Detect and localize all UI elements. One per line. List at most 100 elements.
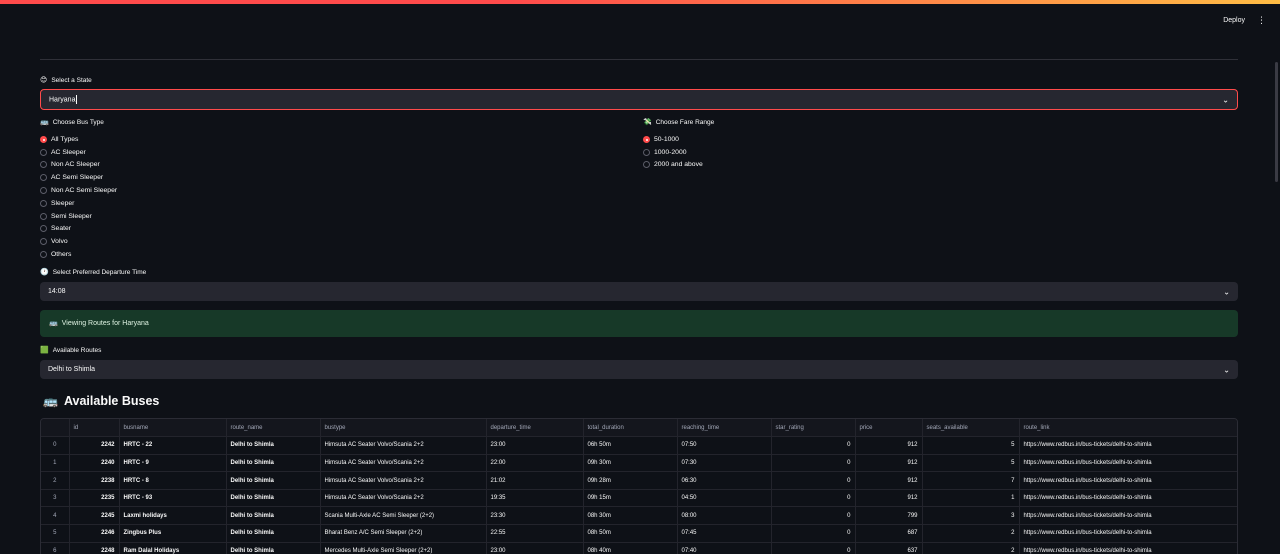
table-row[interactable]: 0 2242 HRTC - 22 Delhi to Shimla Himsuta AC …: [41, 436, 1237, 455]
table-cell: https://www.redbus.in/bus-tickets/delhi-…: [1019, 506, 1237, 526]
fare-option[interactable]: 50-1000: [643, 133, 703, 146]
table-cell: 09h 28m: [583, 471, 678, 490]
bus-type-option-label: Semi Sleeper: [51, 212, 92, 220]
table-cell: 0: [41, 436, 70, 455]
table-row[interactable]: 4 2245 Laxmi holidays Delhi to Shimla Scania…: [41, 506, 1237, 526]
table-row[interactable]: 1 2240 HRTC - 9 Delhi to Shimla Himsuta AC S…: [41, 454, 1237, 473]
table-cell: 2: [922, 542, 1020, 554]
available-routes-label-text: Available Routes: [52, 347, 102, 354]
table-cell: 22:55: [486, 524, 584, 543]
table-cell: HRTC - 8: [119, 471, 227, 490]
table-cell: HRTC - 93: [119, 489, 227, 508]
table-cell: Delhi to Shimla: [226, 489, 321, 508]
radio-icon: [40, 225, 47, 233]
table-cell: Delhi to Shimla: [226, 436, 321, 455]
bus-type-option[interactable]: AC Sleeper: [40, 146, 117, 159]
column-header[interactable]: bustype: [320, 419, 487, 438]
clock-icon: 🕐: [40, 269, 49, 276]
bus-type-option[interactable]: Non AC Semi Sleeper: [40, 184, 117, 197]
bus-type-option[interactable]: All Types: [40, 133, 117, 146]
radio-icon: [643, 135, 650, 143]
bus-type-label-text: Choose Bus Type: [52, 119, 104, 126]
column-header[interactable]: busname: [119, 419, 227, 438]
radio-icon: [40, 238, 47, 246]
column-header[interactable]: route_link: [1019, 419, 1237, 438]
divider: [40, 59, 1238, 60]
bus-type-option[interactable]: Others: [40, 248, 117, 261]
table-row[interactable]: 6 2248 Ram Dalal Holidays Delhi to Shimla Me…: [41, 542, 1237, 554]
table-cell: Himsuta AC Seater Volvo/Scania 2+2: [320, 436, 487, 455]
table-row[interactable]: 3 2235 HRTC - 93 Delhi to Shimla Himsuta AC …: [41, 489, 1237, 508]
bus-type-option[interactable]: AC Semi Sleeper: [40, 171, 117, 184]
table-cell: 912: [855, 436, 923, 455]
state-select[interactable]: Haryana ⌄: [40, 89, 1238, 110]
bus-type-option[interactable]: Sleeper: [40, 197, 117, 210]
fare-option[interactable]: 1000-2000: [643, 146, 703, 159]
table-cell: 0: [771, 524, 856, 543]
available-buses-title: Available Buses: [63, 394, 160, 408]
column-header[interactable]: star_rating: [771, 419, 856, 438]
bus-type-option-label: All Types: [51, 135, 79, 143]
fare-radio-group: 50-1000 1000-2000 2000 and above: [643, 133, 703, 171]
state-label: 😊 Select a State: [40, 77, 92, 84]
table-cell: 23:00: [486, 542, 584, 554]
column-header[interactable]: route_name: [226, 419, 321, 438]
table-cell: https://www.redbus.in/bus-tickets/delhi-…: [1019, 542, 1237, 554]
table-cell: 0: [771, 542, 856, 554]
radio-icon: [40, 161, 47, 169]
table-cell: Mercedes Multi-Axle Semi Sleeper (2+2): [320, 542, 487, 554]
table-cell: Laxmi holidays: [119, 506, 227, 526]
bus-type-option[interactable]: Volvo: [40, 235, 117, 248]
table-cell: 1: [41, 454, 70, 473]
table-cell: Bharat Benz A/C Semi Sleeper (2+2): [320, 524, 487, 543]
table-cell: 0: [771, 471, 856, 490]
departure-time-select[interactable]: 14:08 ⌄: [40, 282, 1238, 301]
scrollbar[interactable]: [1275, 62, 1278, 182]
radio-icon: [40, 212, 47, 220]
state-label-text: Select a State: [51, 77, 92, 84]
radio-icon: [40, 174, 47, 182]
column-header[interactable]: [41, 419, 70, 438]
bus-type-option-label: Seater: [51, 225, 72, 233]
table-cell: 19:35: [486, 489, 584, 508]
more-menu-icon[interactable]: ⋮: [1257, 15, 1266, 26]
buses-table[interactable]: id busname route_name bustype departure_time…: [40, 418, 1238, 554]
column-header[interactable]: total_duration: [583, 419, 678, 438]
table-cell: 799: [855, 506, 923, 526]
radio-icon: [40, 135, 47, 143]
table-cell: 07:30: [677, 454, 772, 473]
table-row[interactable]: 5 2246 Zingbus Plus Delhi to Shimla Bharat B…: [41, 524, 1237, 543]
departure-time-label-text: Select Preferred Departure Time: [52, 269, 147, 276]
deploy-button[interactable]: Deploy: [1223, 17, 1245, 24]
bus-type-option[interactable]: Semi Sleeper: [40, 210, 117, 223]
table-cell: 23:30: [486, 506, 584, 526]
table-cell: 2248: [69, 542, 120, 554]
table-row[interactable]: 2 2238 HRTC - 8 Delhi to Shimla Himsuta AC S…: [41, 471, 1237, 490]
table-cell: Scania Multi-Axle AC Semi Sleeper (2+2): [320, 506, 487, 526]
column-header[interactable]: reaching_time: [677, 419, 772, 438]
column-header[interactable]: departure_time: [486, 419, 584, 438]
table-cell: 2246: [69, 524, 120, 543]
table-header-row: id busname route_name bustype departure_time…: [41, 419, 1237, 438]
bus-type-option[interactable]: Seater: [40, 223, 117, 236]
table-cell: 23:00: [486, 436, 584, 455]
square-icon: 🟩: [40, 347, 49, 354]
table-cell: https://www.redbus.in/bus-tickets/delhi-…: [1019, 489, 1237, 508]
fare-option-label: 1000-2000: [654, 148, 687, 156]
table-cell: 2: [41, 471, 70, 490]
fare-label-text: Choose Fare Range: [655, 119, 715, 126]
column-header[interactable]: price: [855, 419, 923, 438]
column-header[interactable]: id: [69, 419, 120, 438]
route-select[interactable]: Delhi to Shimla ⌄: [40, 360, 1238, 379]
column-header[interactable]: seats_available: [922, 419, 1020, 438]
table-cell: Himsuta AC Seater Volvo/Scania 2+2: [320, 454, 487, 473]
bus-type-option-label: Others: [51, 251, 72, 259]
bus-type-option[interactable]: Non AC Sleeper: [40, 159, 117, 172]
table-cell: 4: [41, 506, 70, 526]
table-cell: 07:40: [677, 542, 772, 554]
table-cell: Ram Dalal Holidays: [119, 542, 227, 554]
table-cell: Zingbus Plus: [119, 524, 227, 543]
table-cell: 912: [855, 454, 923, 473]
fare-option[interactable]: 2000 and above: [643, 159, 703, 172]
departure-time-label: 🕐 Select Preferred Departure Time: [40, 269, 146, 276]
